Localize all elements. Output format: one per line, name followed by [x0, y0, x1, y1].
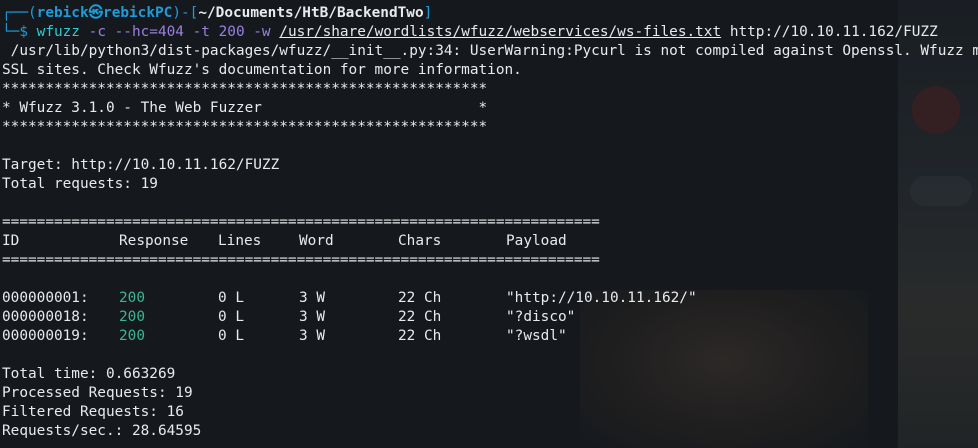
command-wordlist-path: /usr/share/wordlists/wfuzz/webservices/w… — [279, 24, 722, 40]
banner-border-top: ****************************************… — [2, 81, 488, 97]
table-header: ID Response Lines Word Chars Payload — [2, 232, 978, 251]
header-chars: Chars — [398, 233, 442, 249]
command-target: http://10.10.11.162/FUZZ — [729, 24, 938, 40]
row-response: 200 — [119, 328, 145, 344]
row-id: 000000018: — [2, 309, 89, 325]
row-word: 3 W — [299, 328, 325, 344]
table-row: 000000018: 200 0 L 3 W 22 Ch "?disco" — [2, 308, 978, 327]
row-lines: 0 L — [218, 290, 244, 306]
table-separator-bottom: ========================================… — [2, 252, 600, 268]
summary-processed: Processed Requests: 19 — [2, 385, 193, 401]
prompt-frame-bottom: └─$ — [2, 24, 37, 40]
header-word: Word — [299, 233, 334, 249]
row-response: 200 — [119, 290, 145, 306]
row-chars: 22 Ch — [398, 328, 442, 344]
prompt-path: ~/Documents/HtB/BackendTwo — [198, 5, 424, 21]
target-line: Target: http://10.10.11.162/FUZZ — [2, 157, 280, 173]
prompt-user-host: rebick㉿rebickPC — [36, 5, 173, 21]
header-lines: Lines — [218, 233, 262, 249]
command-line: └─$ wfuzz -c --hc=404 -t 200 -w /usr/sha… — [2, 23, 978, 42]
table-row: 000000019: 200 0 L 3 W 22 Ch "?wsdl" — [2, 327, 978, 346]
table-row: 000000001: 200 0 L 3 W 22 Ch "http://10.10.11… — [2, 289, 978, 308]
command-flags: -c --hc=404 -t 200 -w — [88, 24, 271, 40]
row-chars: 22 Ch — [398, 309, 442, 325]
row-payload: "?wsdl" — [506, 328, 567, 344]
prompt-frame-top: ┌──( — [2, 5, 37, 21]
row-payload: "http://10.10.11.162/" — [506, 290, 697, 306]
command-name: wfuzz — [36, 24, 80, 40]
prompt-line: ┌──(rebick㉿rebickPC)-[~/Documents/HtB/Ba… — [2, 5, 433, 21]
row-payload: "?disco" — [506, 309, 576, 325]
total-requests-line: Total requests: 19 — [2, 176, 158, 192]
row-id: 000000019: — [2, 328, 89, 344]
summary-filtered: Filtered Requests: 16 — [2, 404, 184, 420]
header-payload: Payload — [506, 233, 567, 249]
banner-title: * Wfuzz 3.1.0 - The Web Fuzzer * — [2, 100, 488, 116]
warning-line-2: SSL sites. Check Wfuzz's documentation f… — [2, 62, 522, 78]
row-word: 3 W — [299, 309, 325, 325]
header-response: Response — [119, 233, 189, 249]
summary-rate: Requests/sec.: 28.64595 — [2, 423, 202, 439]
row-word: 3 W — [299, 290, 325, 306]
row-response: 200 — [119, 309, 145, 325]
row-id: 000000001: — [2, 290, 89, 306]
banner-border-bottom: ****************************************… — [2, 119, 488, 135]
row-lines: 0 L — [218, 309, 244, 325]
table-separator-top: ========================================… — [2, 214, 600, 230]
row-chars: 22 Ch — [398, 290, 442, 306]
header-id: ID — [2, 233, 20, 249]
terminal-output[interactable]: ┌──(rebick㉿rebickPC)-[~/Documents/HtB/Ba… — [0, 0, 978, 448]
warning-line-1: /usr/lib/python3/dist-packages/wfuzz/__i… — [10, 43, 978, 59]
summary-total-time: Total time: 0.663269 — [2, 366, 176, 382]
row-lines: 0 L — [218, 328, 244, 344]
